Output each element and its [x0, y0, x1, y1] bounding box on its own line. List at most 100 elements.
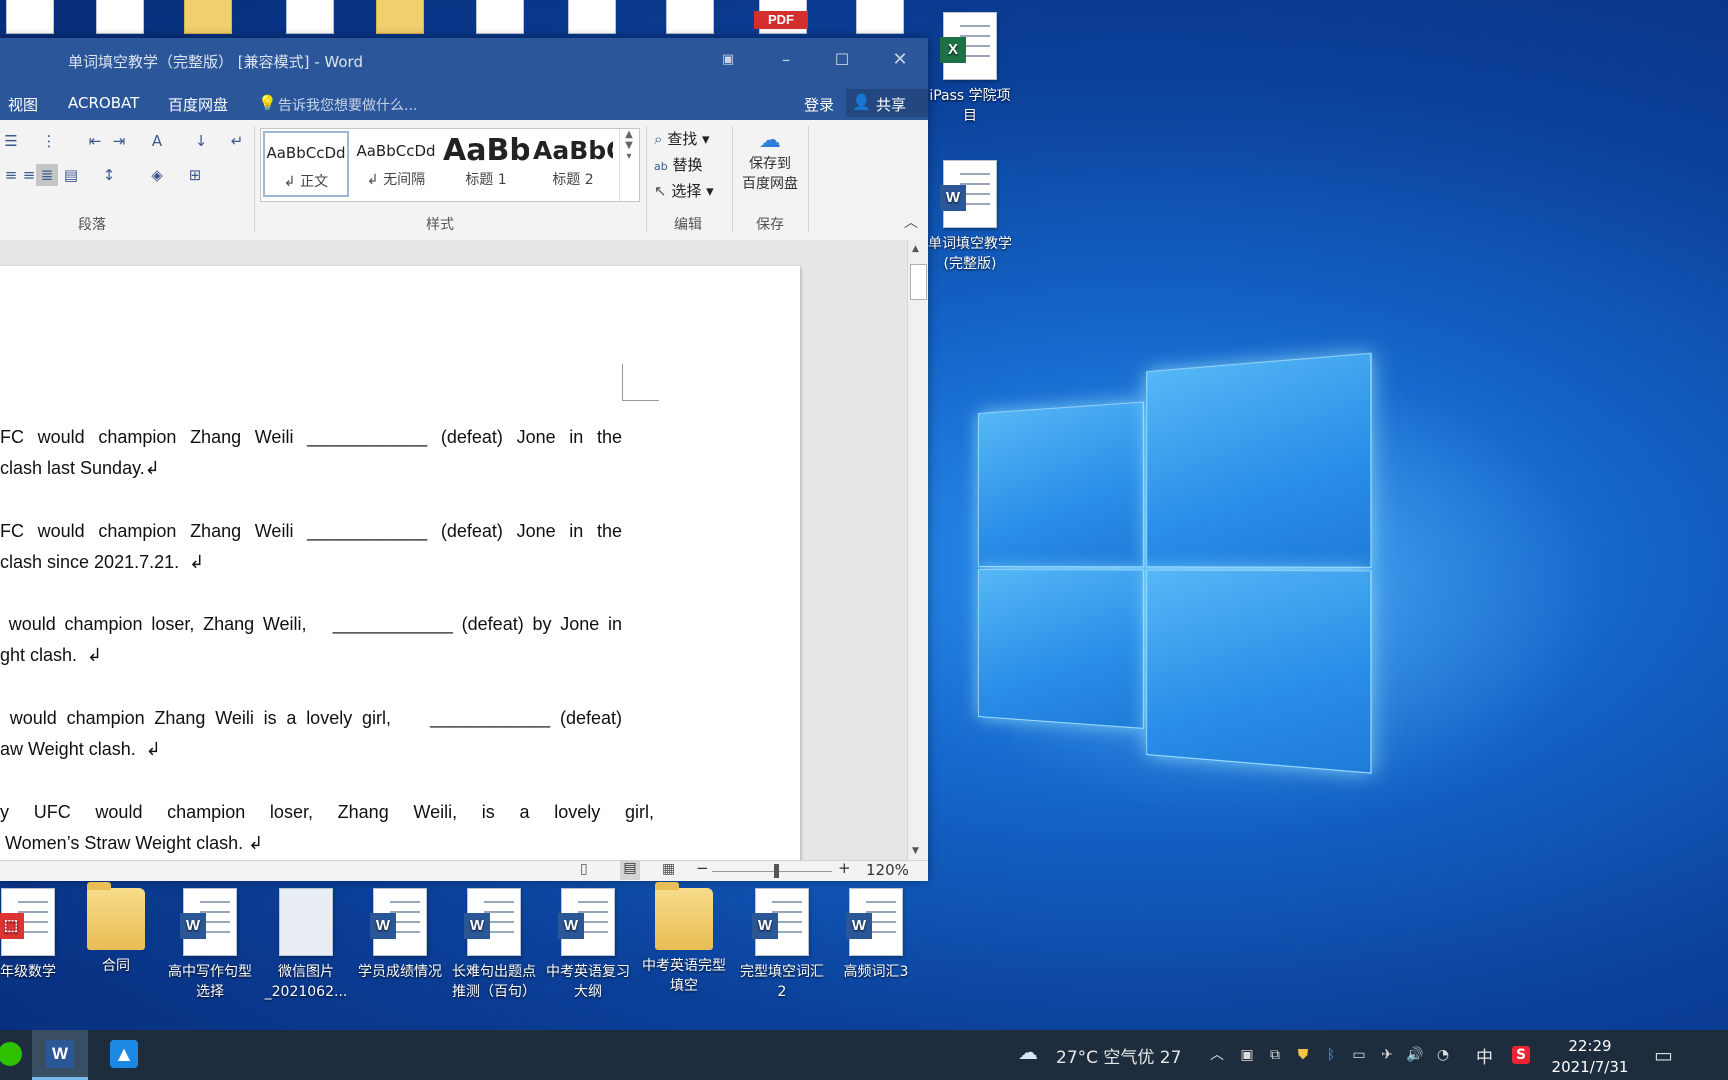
scroll-down-icon[interactable]: ▼ — [912, 846, 919, 856]
minimize-button[interactable]: – — [766, 46, 806, 74]
ribbon-display-options-icon[interactable]: ▣ — [708, 46, 748, 74]
distributed-icon[interactable]: ▤ — [60, 164, 82, 186]
styles-scroll[interactable]: ▲ ▼ ▾ — [619, 129, 638, 201]
word-file-icon: W — [849, 888, 903, 956]
increase-indent-icon[interactable]: ⇥ — [108, 130, 130, 152]
desktop-icon-bottom[interactable]: W 完型填空词汇 2 — [734, 888, 830, 1002]
tray-clipboard-icon[interactable]: ⧉ — [1266, 1046, 1284, 1064]
decrease-indent-icon[interactable]: ⇤ — [84, 130, 106, 152]
scroll-up-icon[interactable]: ▲ — [912, 244, 919, 254]
share-button[interactable]: 👤 共享 — [846, 89, 928, 117]
find-button[interactable]: ⌕ 查找 ▾ — [654, 128, 710, 149]
group-label-styles: 样式 — [426, 214, 454, 234]
desktop-icon-bottom[interactable]: W 中考英语复习 大纲 — [540, 888, 636, 1002]
desktop-icon-bottom[interactable]: W 高中写作句型 选择 — [162, 888, 258, 1002]
chinese-layout-icon[interactable]: A — [146, 130, 168, 152]
bullets-icon[interactable]: ⋮ — [38, 130, 60, 152]
pdf-file-icon: ⬚ — [1, 888, 55, 956]
desktop-icon-bottom[interactable]: W 高频词汇3 — [828, 888, 924, 982]
desktop-icon-bottom[interactable]: 微信图片 _2021062... — [258, 888, 354, 1002]
security-shield-icon[interactable]: ⛊ — [1294, 1046, 1312, 1064]
scroll-thumb[interactable] — [910, 264, 927, 300]
style-heading-2[interactable]: AaBbC 标题 2 — [533, 131, 613, 197]
tab-view[interactable]: 视图 — [8, 94, 38, 115]
multilevel-list-icon[interactable]: ☰ — [0, 130, 22, 152]
desktop-icon-label: 高中写作句型 选择 — [162, 962, 258, 1002]
desktop-icon-top-3[interactable] — [178, 0, 238, 36]
word-file-icon: W — [943, 160, 997, 228]
desktop-icon-ipass[interactable]: X iPass 学院项 目 — [922, 12, 1018, 126]
notification-icon[interactable]: ▭ — [1654, 1046, 1672, 1064]
desktop-icon-bottom[interactable]: W 长难句出题点 推测（百句） — [446, 888, 542, 1002]
web-layout-icon[interactable]: ▦ — [662, 861, 675, 877]
network-icon[interactable]: ◔ — [1434, 1046, 1452, 1064]
desktop-icon-top-7[interactable] — [562, 0, 622, 36]
desktop-icon-top-5[interactable] — [370, 0, 430, 36]
ime-indicator[interactable]: 中 — [1476, 1043, 1493, 1068]
tab-acrobat[interactable]: ACROBAT — [68, 94, 139, 112]
folder-icon — [87, 888, 145, 950]
desktop-icon-top-1[interactable] — [0, 0, 60, 36]
save-to-baidu-button[interactable]: ☁ 保存到 百度网盘 — [738, 128, 802, 193]
line-spacing-icon[interactable]: ↕ — [98, 164, 120, 186]
vertical-scrollbar[interactable]: ▲ ▼ — [907, 240, 928, 860]
volume-icon[interactable]: 🔊 — [1406, 1046, 1424, 1064]
collapse-ribbon-icon[interactable]: ︿ — [904, 212, 918, 232]
close-button[interactable]: ✕ — [880, 46, 920, 74]
desktop-icon-top-6[interactable] — [470, 0, 530, 36]
desktop-icon-bottom[interactable]: ⬚ 年级数学 — [0, 888, 76, 982]
justify-icon[interactable]: ≣ — [36, 164, 58, 186]
show-marks-icon[interactable]: ↵ — [226, 130, 248, 152]
document-page[interactable]: FC would champion Zhang Weili __________… — [0, 266, 800, 860]
zoom-level[interactable]: 120% — [866, 861, 909, 879]
tell-me-box[interactable]: 告诉我您想要做什么... — [278, 95, 417, 115]
clock-time: 22:29 — [1546, 1036, 1634, 1057]
desktop-icon-bottom[interactable]: W 学员成绩情况 — [352, 888, 448, 982]
desktop-icon-top-9[interactable] — [850, 0, 910, 36]
desktop-icon-bottom[interactable]: 合同 — [68, 888, 164, 976]
taskbar-app[interactable]: ▲ — [96, 1030, 152, 1080]
styles-gallery: AaBbCcDd ↲ 正文 AaBbCcDd ↲ 无间隔 AaBb 标题 1 A… — [260, 128, 640, 202]
bluetooth-icon[interactable]: ᛒ — [1322, 1046, 1340, 1064]
windows-logo — [978, 353, 1369, 771]
zoom-out-button[interactable]: − — [696, 859, 709, 877]
sort-icon[interactable]: ↓ — [190, 130, 212, 152]
login-link[interactable]: 登录 — [804, 94, 834, 115]
image-file-icon — [279, 888, 333, 956]
pdf-icon[interactable]: PDF — [748, 0, 818, 36]
read-mode-icon[interactable]: ▯ — [580, 861, 588, 877]
desktop-icon-top-4[interactable] — [280, 0, 340, 36]
desktop-icon-bottom[interactable]: 中考英语完型 填空 — [636, 888, 732, 996]
select-button[interactable]: ↖ 选择 ▾ — [654, 180, 714, 201]
borders-icon[interactable]: ⊞ — [184, 164, 206, 186]
tab-baidu-netdisk[interactable]: 百度网盘 — [168, 94, 228, 115]
word-file-icon: W — [561, 888, 615, 956]
desktop-icon-word-doc[interactable]: W 单词填空教学 (完整版) — [922, 160, 1018, 274]
desktop-icon-label: 学员成绩情况 — [352, 962, 448, 982]
taskbar-word[interactable]: W — [32, 1030, 88, 1080]
airplane-icon[interactable]: ✈ — [1378, 1046, 1396, 1064]
tray-app-icon[interactable]: ▣ — [1238, 1046, 1256, 1064]
sogou-input-icon[interactable]: S — [1512, 1046, 1530, 1064]
lightbulb-icon: 💡 — [258, 94, 277, 112]
weather-widget[interactable]: 27°C 空气优 27 — [1056, 1043, 1181, 1068]
margin-mark — [622, 364, 659, 401]
shading-icon[interactable]: ◈ — [146, 164, 168, 186]
desktop-icon-top-8[interactable] — [660, 0, 720, 36]
group-label-paragraph: 段落 — [78, 214, 106, 234]
maximize-button[interactable]: ☐ — [822, 46, 862, 74]
zoom-slider[interactable] — [712, 871, 832, 872]
print-layout-icon[interactable]: ▤ — [620, 860, 640, 880]
person-icon: 👤 — [852, 93, 871, 111]
zoom-in-button[interactable]: + — [838, 859, 851, 877]
chevron-up-icon[interactable]: ︿ — [1208, 1046, 1226, 1064]
replace-button[interactable]: ab 替换 — [654, 154, 703, 175]
battery-icon[interactable]: ▭ — [1350, 1046, 1368, 1064]
clock[interactable]: 22:29 2021/7/31 — [1546, 1036, 1634, 1078]
zoom-slider-thumb[interactable] — [774, 864, 779, 878]
style-heading-1[interactable]: AaBb 标题 1 — [443, 131, 529, 197]
style-no-spacing[interactable]: AaBbCcDd ↲ 无间隔 — [353, 131, 439, 197]
style-normal[interactable]: AaBbCcDd ↲ 正文 — [263, 131, 349, 197]
word-window: 单词填空教学（完整版） [兼容模式] - Word ▣ – ☐ ✕ 视图 ACR… — [0, 38, 928, 880]
desktop-icon-top-2[interactable] — [90, 0, 150, 36]
